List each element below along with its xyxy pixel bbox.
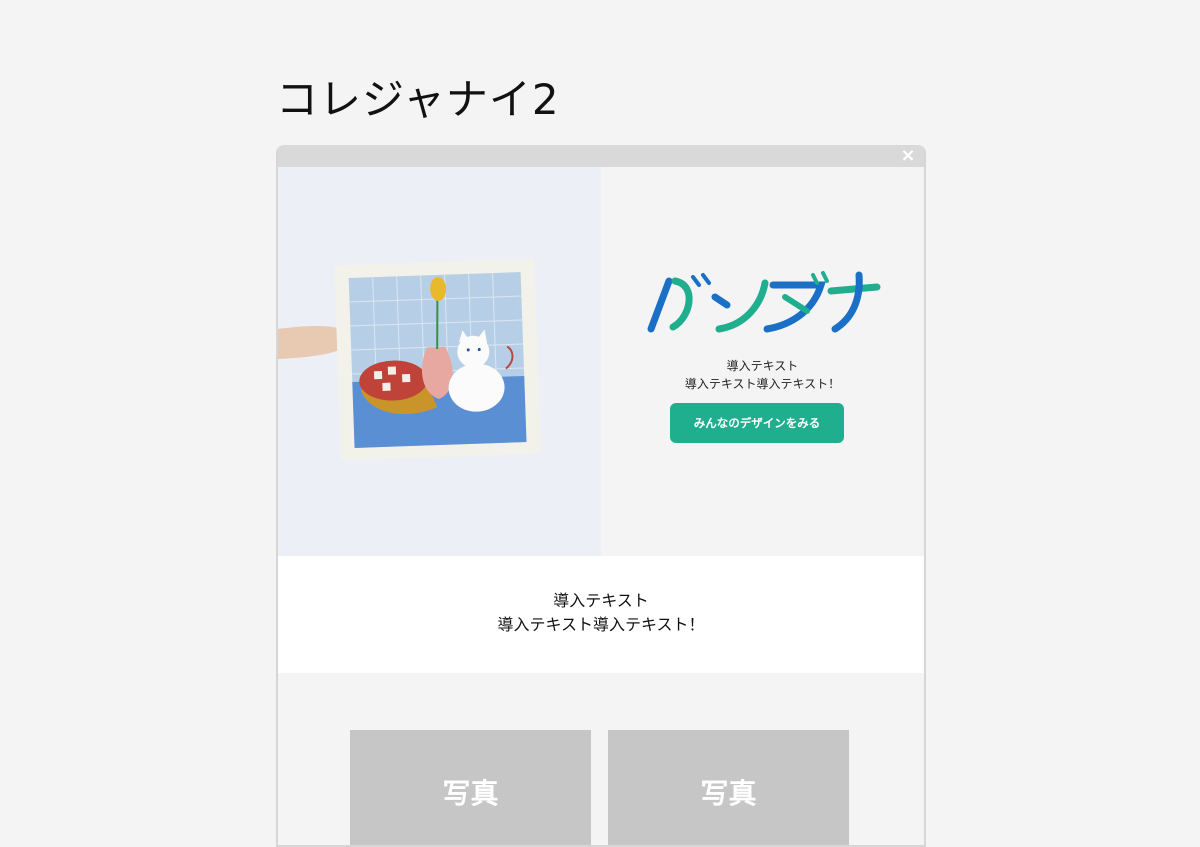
- bandana-illustration: [278, 167, 601, 496]
- intro-line: 導入テキスト: [553, 591, 649, 610]
- hero-intro-line: 導入テキスト: [726, 359, 799, 373]
- hero-image-panel: [278, 167, 601, 556]
- bandana-logo: [645, 267, 885, 337]
- modal-dialog: × 導入テキスト 導入テキスト導入テキスト！ みんなのデザインをみる 導入テキス…: [276, 145, 926, 847]
- hero-intro-text: 導入テキスト 導入テキスト導入テキスト！: [601, 357, 924, 393]
- photo-placeholder: 写真: [608, 730, 849, 845]
- photo-section: 写真 写真: [278, 673, 924, 845]
- view-designs-button[interactable]: みんなのデザインをみる: [670, 403, 844, 443]
- intro-line: 導入テキスト導入テキスト！: [497, 615, 705, 634]
- bandana-photo: [278, 167, 601, 496]
- photo-label: 写真: [442, 777, 499, 810]
- photo-placeholder: 写真: [350, 730, 591, 845]
- hero-content: 導入テキスト 導入テキスト導入テキスト！ みんなのデザインをみる: [601, 167, 924, 556]
- page-title: コレジャナイ2: [276, 75, 560, 124]
- hero-section: 導入テキスト 導入テキスト導入テキスト！ みんなのデザインをみる: [278, 167, 924, 556]
- close-icon[interactable]: ×: [898, 146, 918, 166]
- intro-text: 導入テキスト 導入テキスト導入テキスト！: [278, 589, 924, 637]
- modal-topbar: ×: [278, 145, 924, 167]
- hero-intro-line: 導入テキスト導入テキスト！: [684, 377, 841, 391]
- intro-section: 導入テキスト 導入テキスト導入テキスト！: [278, 556, 924, 673]
- photo-label: 写真: [700, 777, 757, 810]
- logo-graphic: [647, 271, 881, 333]
